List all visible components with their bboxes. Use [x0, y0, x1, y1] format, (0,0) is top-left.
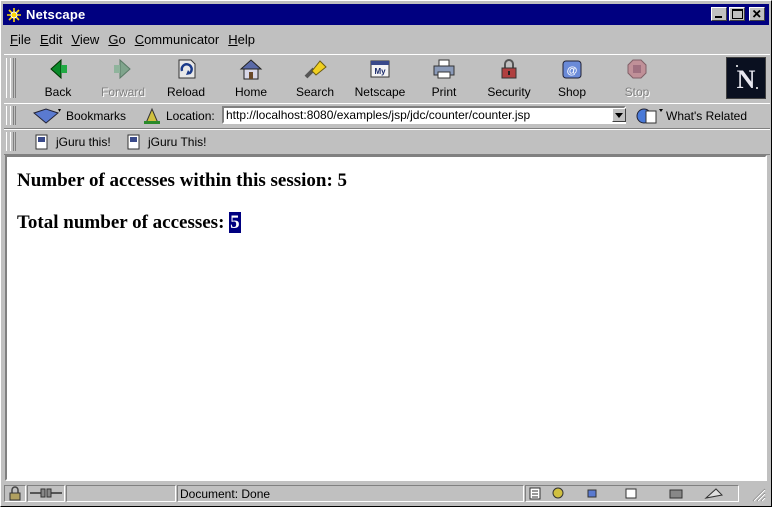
toolbar-grip[interactable] [6, 58, 16, 98]
bookmarks-button[interactable]: Bookmarks [32, 107, 126, 125]
personal-link-jguru-1[interactable]: jGuru this! [34, 134, 111, 150]
netscape-app-icon [7, 7, 21, 22]
chevron-down-icon [615, 113, 623, 118]
netscape-n-icon: N [727, 58, 765, 98]
search-button[interactable]: Search [285, 57, 345, 101]
svg-text:N: N [737, 65, 756, 94]
menu-go[interactable]: Go [108, 32, 125, 47]
resize-grip-icon[interactable] [752, 488, 766, 505]
bookmark-page-icon [127, 134, 140, 150]
connection-status[interactable] [27, 485, 65, 502]
location-toolbar-grip[interactable] [6, 106, 16, 125]
navigation-toolbar: Back Forward Reload Home Search My Netsc… [4, 54, 770, 104]
forward-button[interactable]: Forward [93, 57, 153, 101]
session-count-value: 5 [337, 170, 348, 191]
session-count-line: Number of accesses within this session: … [17, 170, 347, 192]
maximize-icon [732, 9, 743, 19]
personal-link-jguru-2[interactable]: jGuru This! [126, 134, 206, 150]
svg-text:@: @ [567, 65, 578, 77]
title-bar: Netscape [3, 4, 769, 25]
browser-window: Netscape File Edit View Go Communicator … [0, 0, 772, 507]
status-padlock-icon [9, 486, 21, 501]
bookmarks-icon [32, 108, 61, 124]
menu-view[interactable]: View [71, 32, 99, 47]
maximize-button[interactable] [729, 7, 745, 21]
svg-text:My: My [374, 67, 386, 76]
whats-related-icon [636, 108, 663, 124]
location-toolbar: Bookmarks Location: What's Related [4, 103, 770, 129]
total-count-value: 5 [229, 212, 241, 233]
shop-icon: @ [562, 60, 582, 79]
component-bar [525, 485, 739, 502]
print-button[interactable]: Print [414, 57, 474, 101]
minimize-button[interactable] [711, 7, 727, 21]
window-title: Netscape [26, 7, 86, 22]
location-label: Location: [142, 107, 215, 125]
session-count-label: Number of accesses within this session: [17, 170, 338, 191]
reload-icon [178, 59, 196, 79]
personal-toolbar: jGuru this! jGuru This! [4, 129, 770, 155]
my-netscape-icon: My [370, 60, 390, 78]
close-button[interactable] [749, 7, 765, 21]
status-bar: Document: Done [4, 484, 770, 504]
shop-button[interactable]: @ Shop [542, 57, 602, 101]
status-text: Document: Done [180, 487, 271, 501]
my-netscape-button[interactable]: My Netscape [350, 57, 410, 101]
home-icon [239, 59, 263, 80]
menu-help[interactable]: Help [228, 32, 255, 47]
reload-button[interactable]: Reload [156, 57, 216, 101]
home-button[interactable]: Home [221, 57, 281, 101]
close-icon [752, 9, 761, 18]
location-url-input[interactable] [222, 106, 626, 124]
progress-area [66, 485, 176, 502]
menu-bar: File Edit View Go Communicator Help [5, 29, 259, 49]
printer-icon [433, 59, 455, 79]
component-icons [529, 487, 724, 500]
bookmark-page-icon [35, 134, 48, 150]
personal-toolbar-grip[interactable] [6, 132, 16, 151]
forward-arrow-icon [114, 58, 131, 80]
menu-communicator[interactable]: Communicator [135, 32, 220, 47]
location-dropdown-button[interactable] [612, 108, 626, 122]
security-status[interactable] [4, 485, 26, 502]
total-count-label: Total number of accesses: [17, 212, 230, 233]
page-content: Number of accesses within this session: … [5, 155, 767, 481]
menu-file[interactable]: File [10, 32, 31, 47]
stop-button[interactable]: Stop [607, 57, 667, 101]
stop-icon [627, 59, 647, 79]
netscape-logo[interactable]: N [726, 57, 766, 99]
padlock-icon [501, 59, 517, 79]
search-flashlight-icon [304, 60, 327, 79]
back-arrow-icon [50, 58, 67, 80]
minimize-icon [715, 16, 722, 18]
back-button[interactable]: Back [28, 57, 88, 101]
menu-edit[interactable]: Edit [40, 32, 62, 47]
total-count-line: Total number of accesses: 5 [17, 212, 241, 234]
plug-icon [30, 488, 62, 498]
page-proxy-icon[interactable] [142, 107, 162, 125]
security-button[interactable]: Security [479, 57, 539, 101]
whats-related-button[interactable]: What's Related [634, 107, 747, 125]
